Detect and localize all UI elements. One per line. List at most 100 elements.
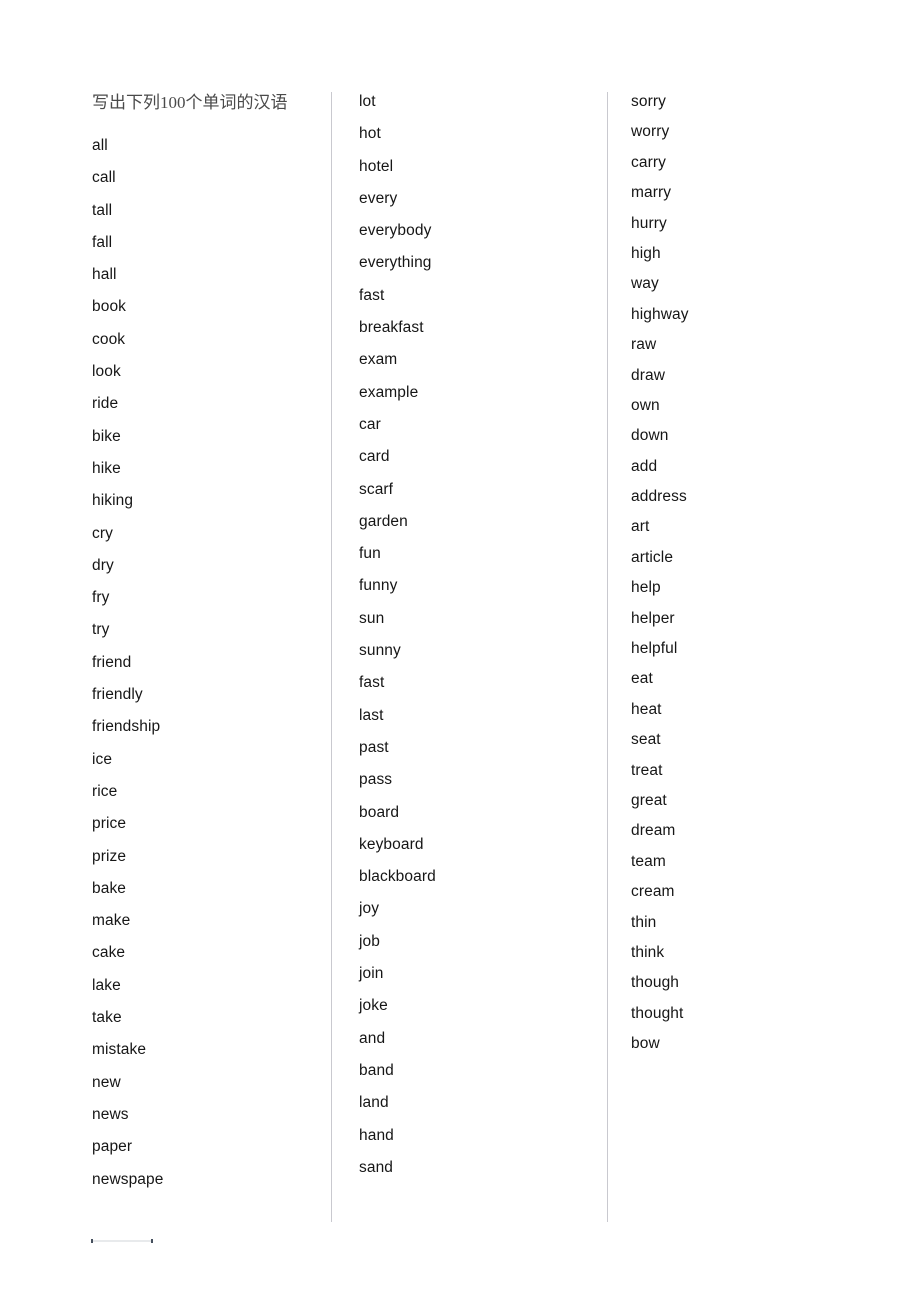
word-item: newspape (92, 1170, 164, 1188)
word-item: ice (92, 750, 113, 768)
word-item: friendly (92, 686, 143, 704)
word-item: joy (359, 900, 380, 918)
word-item: fast (359, 674, 385, 692)
word-item: bow (631, 1035, 660, 1053)
word-item: dream (631, 822, 676, 840)
word-item: tall (92, 201, 113, 219)
word-item: hurry (631, 214, 667, 232)
word-item: joke (359, 997, 388, 1015)
word-item: garden (359, 512, 408, 530)
word-item: book (92, 298, 127, 316)
word-item: thought (631, 1004, 684, 1022)
word-item: exam (359, 351, 398, 369)
word-item: own (631, 396, 660, 414)
word-item: cry (92, 524, 113, 542)
word-list-1: all call tall fall hall book cook look ride bike h… (92, 136, 322, 1189)
word-item: look (92, 363, 121, 381)
word-item: job (359, 932, 380, 950)
word-column-2: lot hot hotel every everybody everything fast b… (359, 92, 599, 1190)
word-item: bake (92, 879, 127, 897)
word-item: down (631, 427, 669, 445)
word-item: highway (631, 305, 689, 323)
word-item: lot (359, 93, 376, 110)
footnote-separator (91, 1239, 153, 1243)
word-item: band (359, 1061, 394, 1079)
word-item: fry (92, 589, 110, 607)
word-item: friendship (92, 718, 161, 736)
word-item: and (359, 1029, 386, 1047)
word-item: eat (631, 670, 653, 688)
word-item: raw (631, 336, 657, 354)
word-item: sorry (631, 93, 666, 110)
word-item: funny (359, 577, 398, 595)
word-columns-container: 写出下列100个单词的汉语 all call tall fall hall book coo… (0, 0, 920, 1304)
word-item: scarf (359, 480, 394, 498)
word-item: make (92, 912, 131, 930)
word-item: sun (359, 609, 385, 627)
word-item: team (631, 852, 666, 870)
document-page: 写出下列100个单词的汉语 all call tall fall hall book coo… (0, 0, 920, 1304)
word-item: hiking (92, 492, 134, 510)
word-item: land (359, 1094, 389, 1112)
word-item: past (359, 738, 389, 756)
word-item: mistake (92, 1041, 147, 1059)
word-item: sunny (359, 642, 401, 660)
word-item: example (359, 383, 419, 401)
word-item: helper (631, 609, 675, 627)
word-item: blackboard (359, 868, 436, 886)
word-item: art (631, 518, 650, 536)
word-item: though (631, 974, 680, 992)
column-divider-1 (331, 92, 332, 1222)
word-item: prize (92, 847, 127, 865)
word-item: helpful (631, 640, 678, 658)
word-item: carry (631, 153, 666, 171)
word-item: lake (92, 976, 121, 994)
word-item: dry (92, 556, 114, 574)
word-item: help (631, 579, 661, 597)
word-list-3: sorry worry carry marry hurry high way highway r… (631, 92, 871, 1053)
word-column-3: sorry worry carry marry hurry high way highway r… (631, 92, 871, 1065)
word-item: news (92, 1105, 129, 1123)
word-item: draw (631, 366, 665, 384)
word-item: ride (92, 395, 119, 413)
word-item: high (631, 244, 661, 262)
word-item: fun (359, 545, 381, 563)
word-item: everything (359, 254, 432, 272)
word-item: bike (92, 427, 121, 445)
word-item: cake (92, 944, 126, 962)
word-item: add (631, 457, 658, 475)
word-item: all (92, 137, 108, 154)
word-item: call (92, 169, 116, 187)
word-item: paper (92, 1138, 133, 1156)
word-item: card (359, 448, 390, 466)
word-item: marry (631, 184, 672, 202)
word-item: hot (359, 125, 381, 143)
word-item: breakfast (359, 319, 424, 337)
word-item: hand (359, 1126, 394, 1144)
word-item: treat (631, 761, 663, 779)
word-item: great (631, 791, 667, 809)
word-list-2: lot hot hotel every everybody everything fast b… (359, 92, 599, 1177)
word-item: everybody (359, 222, 432, 240)
word-item: join (359, 965, 384, 983)
word-item: fall (92, 233, 113, 251)
word-item: seat (631, 731, 661, 749)
word-item: board (359, 803, 400, 821)
word-column-1: 写出下列100个单词的汉语 all call tall fall hall book coo… (92, 92, 322, 1202)
word-item: way (631, 275, 659, 293)
word-item: new (92, 1073, 121, 1091)
word-item: heat (631, 700, 662, 718)
word-item: car (359, 415, 381, 433)
word-item: sand (359, 1158, 394, 1176)
word-item: every (359, 189, 398, 207)
word-item: article (631, 548, 674, 566)
word-item: fast (359, 286, 385, 304)
word-item: cook (92, 330, 126, 348)
page-title: 写出下列100个单词的汉语 (92, 93, 288, 112)
word-item: price (92, 815, 127, 833)
word-item: keyboard (359, 835, 424, 853)
word-item: hotel (359, 157, 394, 175)
word-item: friend (92, 653, 132, 671)
word-item: rice (92, 782, 118, 800)
word-item: cream (631, 883, 675, 901)
